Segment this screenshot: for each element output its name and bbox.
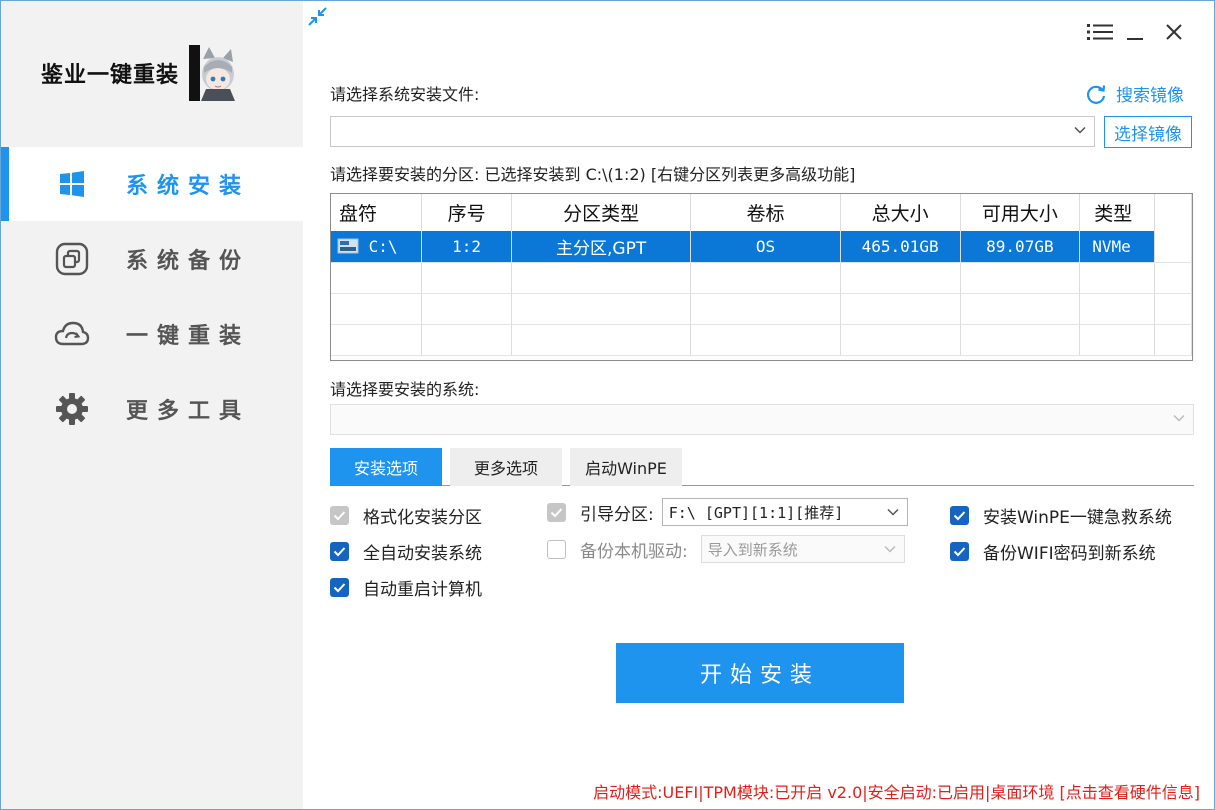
column-header-type[interactable]: 类型 <box>1079 194 1156 231</box>
column-header-spacer <box>1154 194 1192 231</box>
table-row[interactable]: C:\ 1:2 主分区,GPT OS 465.01GB 89.07GB NVMe <box>331 231 1192 263</box>
column-header-drive[interactable]: 盘符 <box>331 194 423 231</box>
brand: 鉴业一键重装 <box>41 45 243 101</box>
table-row <box>331 293 1192 325</box>
drive-cell: C:\ <box>331 231 423 263</box>
table-row <box>331 262 1192 294</box>
sidebar-item-label: 系统安装 <box>126 174 251 199</box>
option-format-partition[interactable]: 格式化安装分区 <box>330 503 482 528</box>
option-boot-partition[interactable]: 引导分区: F:\ [GPT][1:1][推荐] <box>547 498 908 526</box>
option-label: 全自动安装系统 <box>363 544 482 564</box>
option-label: 安装WinPE一键急救系统 <box>983 508 1172 528</box>
partition-label: 请选择要安装的分区: 已选择安装到 C:\(1:2) [右键分区列表更多高级功能… <box>330 165 856 184</box>
minimize-icon[interactable] <box>1120 17 1150 47</box>
system-label: 请选择要安装的系统: <box>330 380 480 399</box>
gear-icon <box>53 390 91 428</box>
app-window: 鉴业一键重装 系统安装 系统备份 一键重装 更多工具 请选择系统安装文件: 搜索… <box>0 0 1215 810</box>
spacer-cell <box>1154 231 1192 263</box>
sidebar-item-system-backup[interactable]: 系统备份 <box>1 222 303 296</box>
chevron-down-icon <box>884 545 896 553</box>
volume-cell: OS <box>690 231 841 263</box>
partition-grid: 盘符 序号 分区类型 卷标 总大小 可用大小 类型 C:\ 1:2 主分区,GP… <box>331 194 1192 356</box>
partition-type-cell: 主分区,GPT <box>510 231 692 263</box>
option-backup-wifi[interactable]: 备份WIFI密码到新系统 <box>950 539 1156 564</box>
column-header-volume[interactable]: 卷标 <box>690 194 841 231</box>
shrink-window-icon[interactable] <box>306 5 330 29</box>
partition-table[interactable]: 盘符 序号 分区类型 卷标 总大小 可用大小 类型 C:\ 1:2 主分区,GP… <box>330 193 1193 361</box>
chevron-down-icon <box>887 508 899 516</box>
option-label: 引导分区: <box>580 504 654 525</box>
select-image-button[interactable]: 选择镜像 <box>1104 116 1192 148</box>
search-image-label: 搜索镜像 <box>1116 86 1184 106</box>
system-combo[interactable] <box>330 404 1194 435</box>
sidebar-item-more-tools[interactable]: 更多工具 <box>1 372 303 446</box>
boot-partition-combo[interactable]: F:\ [GPT][1:1][推荐] <box>661 498 908 526</box>
option-label: 自动重启计算机 <box>363 580 482 600</box>
start-install-button[interactable]: 开始安装 <box>616 643 904 703</box>
option-backup-drivers[interactable]: 备份本机驱动: 导入到新系统 <box>547 535 905 563</box>
column-header-index[interactable]: 序号 <box>421 194 512 231</box>
option-auto-install[interactable]: 全自动安装系统 <box>330 539 482 564</box>
hard-drive-icon <box>337 238 359 254</box>
checkbox-auto-install[interactable] <box>330 542 349 561</box>
type-cell: NVMe <box>1079 231 1156 263</box>
checkbox-boot-partition[interactable] <box>547 502 566 522</box>
refresh-icon <box>1087 84 1106 104</box>
status-bar-link[interactable]: 启动模式:UEFI|TPM模块:已开启 v2.0|安全启动:已启用|桌面环境 [… <box>593 779 1200 803</box>
sidebar: 鉴业一键重装 系统安装 系统备份 一键重装 更多工具 <box>1 1 303 809</box>
brand-mascot-logo <box>189 45 243 101</box>
backup-drivers-value: 导入到新系统 <box>707 540 798 559</box>
search-image-link[interactable]: 搜索镜像 <box>1085 81 1184 106</box>
checkbox-backup-wifi[interactable] <box>950 542 969 561</box>
sidebar-item-label: 系统备份 <box>126 249 251 274</box>
tab-more-options[interactable]: 更多选项 <box>450 448 562 486</box>
chevron-down-icon <box>1074 126 1086 134</box>
windows-icon <box>53 165 91 203</box>
sidebar-item-system-install[interactable]: 系统安装 <box>1 147 303 221</box>
sidebar-item-label: 一键重装 <box>126 324 251 349</box>
checkbox-format-partition[interactable] <box>330 506 349 525</box>
checkbox-install-winpe[interactable] <box>950 506 969 525</box>
total-size-cell: 465.01GB <box>839 231 961 263</box>
checkbox-auto-reboot[interactable] <box>330 578 349 597</box>
close-icon[interactable] <box>1159 17 1189 47</box>
menu-icon[interactable] <box>1085 17 1115 47</box>
image-path-combo[interactable] <box>330 116 1095 147</box>
tab-boot-winpe[interactable]: 启动WinPE <box>570 448 682 486</box>
column-header-free-size[interactable]: 可用大小 <box>960 194 1081 231</box>
option-label: 备份WIFI密码到新系统 <box>983 544 1156 564</box>
option-auto-reboot[interactable]: 自动重启计算机 <box>330 575 482 600</box>
backup-drivers-combo[interactable]: 导入到新系统 <box>700 535 905 563</box>
sidebar-item-one-click-reinstall[interactable]: 一键重装 <box>1 297 303 371</box>
sidebar-item-label: 更多工具 <box>126 399 251 424</box>
option-install-winpe[interactable]: 安装WinPE一键急救系统 <box>950 503 1172 528</box>
chevron-down-icon <box>1173 414 1185 422</box>
option-label: 格式化安装分区 <box>363 508 482 528</box>
table-header-row: 盘符 序号 分区类型 卷标 总大小 可用大小 类型 <box>331 194 1192 231</box>
backup-icon <box>53 240 91 278</box>
checkbox-backup-drivers[interactable] <box>547 539 566 559</box>
tab-install-options[interactable]: 安装选项 <box>330 448 442 486</box>
install-file-label: 请选择系统安装文件: <box>330 85 480 104</box>
column-header-partition-type[interactable]: 分区类型 <box>511 194 692 231</box>
options-tabs: 安装选项 更多选项 启动WinPE <box>330 448 1194 486</box>
table-row <box>331 324 1192 356</box>
index-cell: 1:2 <box>421 231 512 263</box>
boot-partition-value: F:\ [GPT][1:1][推荐] <box>668 503 844 522</box>
column-header-total-size[interactable]: 总大小 <box>840 194 961 231</box>
cloud-icon <box>53 315 91 353</box>
option-label: 备份本机驱动: <box>580 541 688 562</box>
free-size-cell: 89.07GB <box>959 231 1081 263</box>
brand-title: 鉴业一键重装 <box>41 63 180 88</box>
drive-letter: C:\ <box>368 236 398 256</box>
